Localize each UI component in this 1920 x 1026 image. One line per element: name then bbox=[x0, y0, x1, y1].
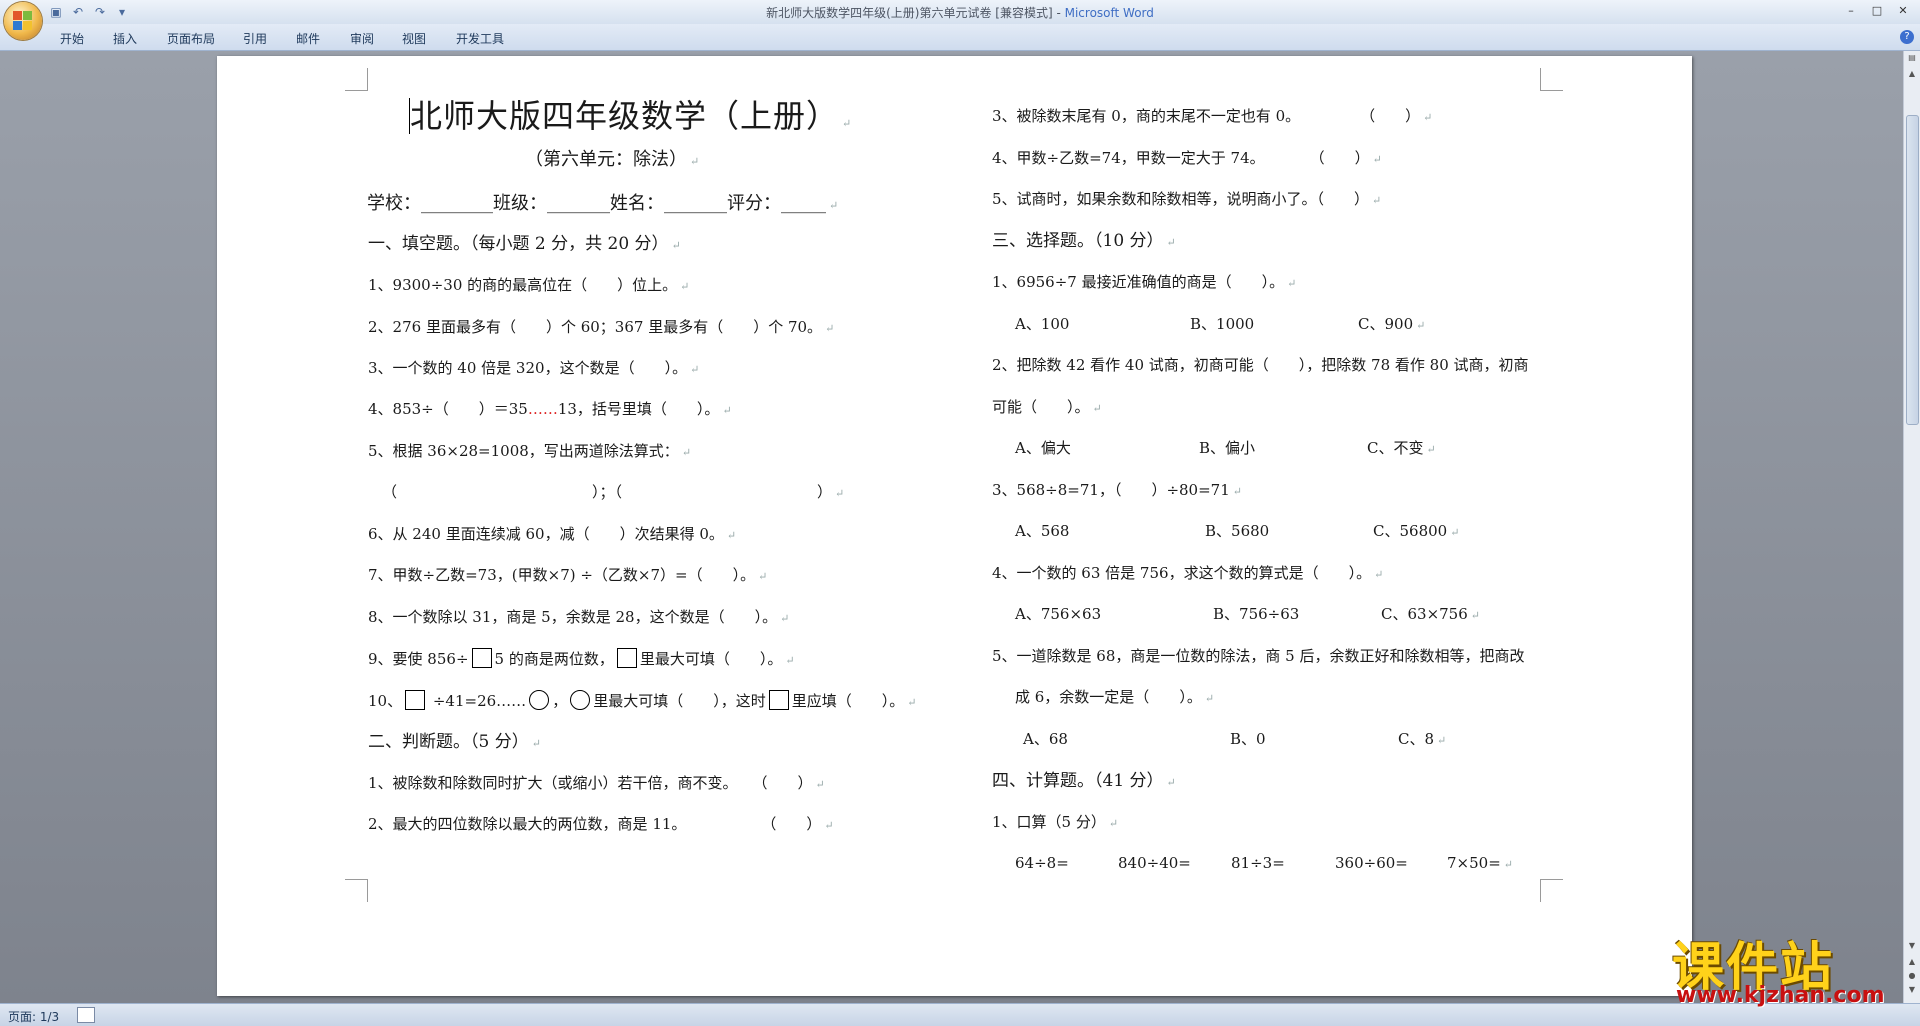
site-watermark: 课件站 www.kjzhan.com bbox=[1664, 925, 1904, 1008]
doc-subtitle: （第六单元：除法） ↵ bbox=[525, 149, 700, 170]
question-line: 5、一道除数是 68，商是一位数的除法，商 5 后，余数正好和除数相等，把商改 bbox=[992, 647, 1525, 665]
minimize-button[interactable]: – bbox=[1838, 2, 1864, 20]
page-counter[interactable]: 页面: 1/3 bbox=[8, 1008, 59, 1025]
next-page-icon[interactable]: ▼ bbox=[1907, 985, 1917, 995]
answer-circle bbox=[570, 690, 591, 710]
answer-box bbox=[616, 648, 637, 668]
question-line: 2、把除数 42 看作 40 试商，初商可能（ ），把除数 78 看作 80 试… bbox=[992, 356, 1529, 374]
tab-page-layout[interactable]: 页面布局 bbox=[167, 30, 215, 47]
tab-view[interactable]: 视图 bbox=[402, 30, 426, 47]
question-line: 5、试商时，如果余数和除数相等，说明商小了。（ ） ↵ bbox=[992, 190, 1382, 208]
tab-insert[interactable]: 插入 bbox=[113, 30, 137, 47]
question-line: 4、甲数÷乙数=74，甲数一定大于 74。 （ ） ↵ bbox=[992, 149, 1382, 167]
proofing-icon[interactable] bbox=[77, 1007, 95, 1023]
choice-option: A、568 bbox=[1015, 522, 1070, 540]
question-line: 4、853÷（ ）＝35……13，括号里填（ ）。 ↵ bbox=[368, 400, 732, 418]
answer-box bbox=[471, 648, 492, 668]
choice-option: C、56800 ↵ bbox=[1373, 522, 1460, 540]
choice-option: C、不变 ↵ bbox=[1367, 439, 1436, 457]
document-workspace: 北师大版四年级数学（上册） ↵ （第六单元：除法） ↵ 学校：________班级：… bbox=[0, 51, 1904, 1003]
maximize-button[interactable]: □ bbox=[1864, 2, 1890, 20]
red-dots: …… bbox=[527, 400, 558, 418]
calc-item: 7×50= ↵ bbox=[1447, 854, 1513, 872]
calc-item: 360÷60= bbox=[1335, 854, 1408, 872]
window-controls: – □ ✕ bbox=[1838, 2, 1916, 20]
calc-item: 840÷40= bbox=[1118, 854, 1191, 872]
question-line: 1、9300÷30 的商的最高位在（ ）位上。 ↵ bbox=[368, 276, 690, 294]
choice-option: C、900 ↵ bbox=[1358, 315, 1426, 333]
choice-option: A、756×63 bbox=[1015, 605, 1102, 623]
question-line: 2、最大的四位数除以最大的两位数，商是 11。 （ ） ↵ bbox=[368, 815, 834, 833]
question-line: 3、一个数的 40 倍是 320，这个数是（ ）。 ↵ bbox=[368, 359, 700, 377]
scroll-down-icon[interactable]: ▼ bbox=[1907, 941, 1917, 951]
ribbon-tabs: 开始 插入 页面布局 引用 邮件 审阅 视图 开发工具 ? bbox=[0, 24, 1920, 51]
scroll-up-icon[interactable]: ▲ bbox=[1907, 69, 1917, 79]
question-line: 6、从 240 里面连续减 60，减（ ）次结果得 0。 ↵ bbox=[368, 525, 737, 543]
answer-blank-line: （ ）；（ ） ↵ bbox=[382, 483, 845, 501]
section-calculation: 四、计算题。（41 分） ↵ bbox=[992, 771, 1176, 791]
document-title: 新北师大版数学四年级(上册)第六单元试卷 [兼容模式] - bbox=[766, 6, 1065, 20]
answer-box bbox=[405, 690, 426, 710]
calc-item: 64÷8= bbox=[1015, 854, 1069, 872]
ruler-toggle-icon[interactable]: ▤ bbox=[1907, 53, 1917, 63]
question-line: 10、 ÷41=26……，里最大可填（ ），这时 里应填（ ）。 ↵ bbox=[368, 690, 917, 710]
title-bar: ▣ ↶ ↷ ▾ 新北师大版数学四年级(上册)第六单元试卷 [兼容模式] - Mi… bbox=[0, 0, 1920, 25]
choice-option: B、偏小 bbox=[1199, 439, 1256, 457]
margin-corner-mark bbox=[345, 68, 368, 91]
tab-mailings[interactable]: 邮件 bbox=[296, 30, 320, 47]
tab-home[interactable]: 开始 bbox=[60, 30, 84, 47]
choice-option: B、5680 bbox=[1205, 522, 1270, 540]
choice-option: B、756÷63 bbox=[1213, 605, 1300, 623]
section-fill-blank: 一、填空题。（每小题 2 分，共 20 分） ↵ bbox=[368, 234, 681, 254]
question-line: 1、口算（5 分） ↵ bbox=[992, 813, 1119, 831]
status-bar: 页面: 1/3 bbox=[0, 1003, 1920, 1026]
office-logo-icon bbox=[13, 11, 33, 31]
margin-corner-mark bbox=[345, 879, 368, 902]
question-line: 8、一个数除以 31，商是 5，余数是 28，这个数是（ ）。 ↵ bbox=[368, 608, 790, 626]
question-line: 3、568÷8=71，（ ）÷80=71 ↵ bbox=[992, 481, 1242, 499]
answer-box bbox=[768, 690, 789, 710]
scrollbar-thumb[interactable] bbox=[1906, 115, 1919, 425]
choice-option: A、100 bbox=[1015, 315, 1070, 333]
document-page[interactable]: 北师大版四年级数学（上册） ↵ （第六单元：除法） ↵ 学校：________班级：… bbox=[217, 56, 1692, 996]
question-line: 1、被除数和除数同时扩大（或缩小）若干倍，商不变。 （ ） ↵ bbox=[368, 774, 825, 792]
calc-item: 81÷3= bbox=[1231, 854, 1285, 872]
app-name: Microsoft Word bbox=[1064, 6, 1154, 20]
choice-option: B、0 bbox=[1230, 730, 1266, 748]
office-button[interactable] bbox=[4, 2, 42, 40]
margin-corner-mark bbox=[1540, 879, 1563, 902]
vertical-scrollbar[interactable]: ▤ ▲ ▼ ▲ ● ▼ bbox=[1903, 51, 1920, 1003]
question-line: 7、甲数÷乙数=73，(甲数×7) ÷（乙数×7）=（ ）。 ↵ bbox=[368, 566, 768, 584]
tab-developer[interactable]: 开发工具 bbox=[456, 30, 504, 47]
section-true-false: 二、判断题。（5 分） ↵ bbox=[368, 732, 541, 752]
choice-option: B、1000 bbox=[1190, 315, 1255, 333]
tab-references[interactable]: 引用 bbox=[243, 30, 267, 47]
browse-object-icon[interactable]: ● bbox=[1907, 971, 1917, 981]
watermark-url: www.kjzhan.com bbox=[1676, 983, 1885, 1008]
section-multiple-choice: 三、选择题。（10 分） ↵ bbox=[992, 231, 1176, 251]
previous-page-icon[interactable]: ▲ bbox=[1907, 957, 1917, 967]
choice-option: A、偏大 bbox=[1015, 439, 1071, 457]
question-line: 2、276 里面最多有（ ）个 60；367 里最多有（ ）个 70。 ↵ bbox=[368, 318, 835, 336]
answer-circle bbox=[529, 690, 550, 710]
tab-review[interactable]: 审阅 bbox=[350, 30, 374, 47]
margin-corner-mark bbox=[1540, 68, 1563, 91]
question-line: 4、一个数的 63 倍是 756，求这个数的算式是（ ）。 ↵ bbox=[992, 564, 1384, 582]
question-line: 可能（ ）。 ↵ bbox=[992, 398, 1102, 416]
question-line: 成 6，余数一定是（ ）。 ↵ bbox=[1015, 688, 1215, 706]
question-line: 1、6956÷7 最接近准确值的商是（ ）。 ↵ bbox=[992, 273, 1297, 291]
student-info-line: 学校：________班级：_______姓名：_______评分：_____ ↵ bbox=[367, 193, 839, 214]
question-line: 5、根据 36×28=1008，写出两道除法算式： ↵ bbox=[368, 442, 692, 460]
help-icon[interactable]: ? bbox=[1900, 30, 1914, 44]
choice-option: C、8 ↵ bbox=[1398, 730, 1447, 748]
choice-option: A、68 bbox=[1023, 730, 1068, 748]
question-line: 9、要使 856÷ 5 的商是两位数， 里最大可填（ ）。 ↵ bbox=[368, 648, 795, 668]
choice-option: C、63×756 ↵ bbox=[1381, 605, 1480, 623]
question-line: 3、被除数末尾有 0，商的末尾不一定也有 0。 （ ） ↵ bbox=[992, 107, 1433, 125]
window-title: 新北师大版数学四年级(上册)第六单元试卷 [兼容模式] - Microsoft … bbox=[0, 4, 1920, 21]
close-button[interactable]: ✕ bbox=[1890, 2, 1916, 20]
doc-title: 北师大版四年级数学（上册） ↵ bbox=[410, 97, 853, 135]
